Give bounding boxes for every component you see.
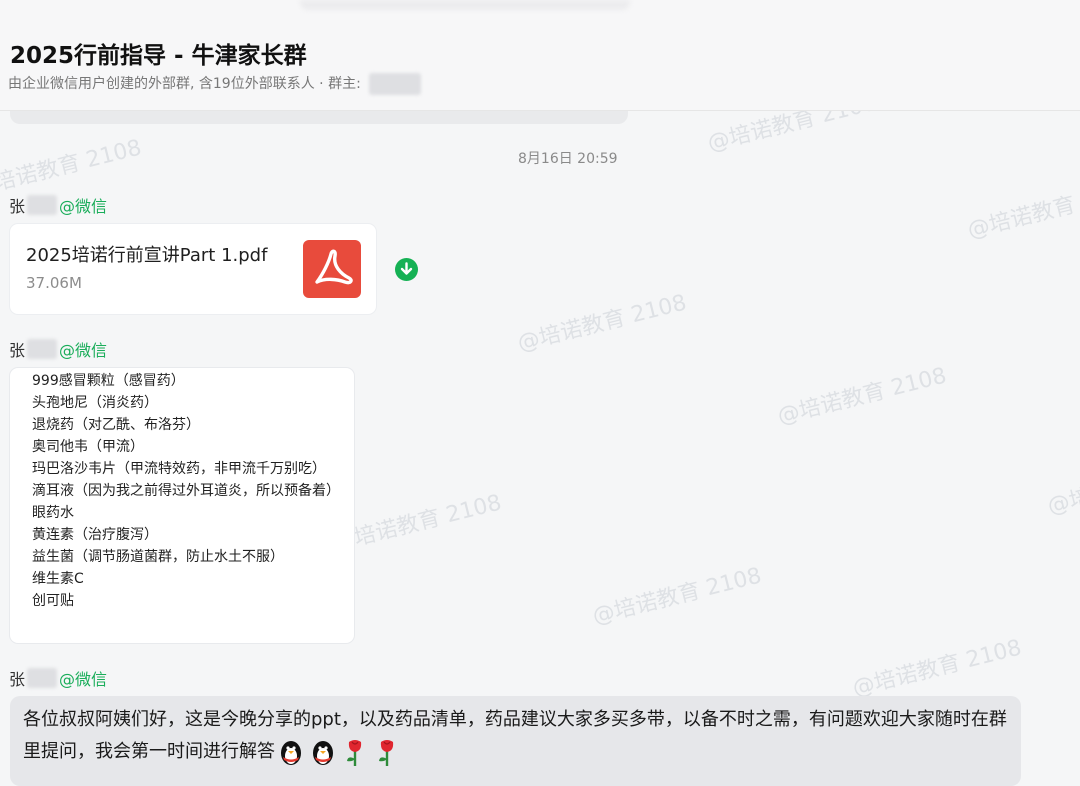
sender-wechat-tag: @微信 [59,670,108,689]
watermark: @培诺教育 2108 [515,290,690,357]
download-icon[interactable] [395,258,418,281]
list-item: 创可贴 [32,593,74,609]
chat-subtitle: 由企业微信用户创建的外部群, 含19位外部联系人 · 群主: [8,73,422,95]
watermark: @培诺教育 2108 [590,563,765,630]
watermark: @培诺教育 2108 [330,490,505,557]
sender-surname: 张 [9,341,26,360]
sender-name-redacted [27,668,58,688]
watermark: @培诺教育 2108 [775,363,950,430]
rose-icon [372,737,402,767]
message-text: 各位叔叔阿姨们好，这是今晚分享的ppt，以及药品清单，药品建议大家多买多带，以备… [23,709,1007,762]
sender-surname: 张 [9,670,26,689]
text-message-bubble[interactable]: 各位叔叔阿姨们好，这是今晚分享的ppt，以及药品清单，药品建议大家多买多带，以备… [10,696,1021,786]
message-timestamp: 8月16日 20:59 [518,151,618,167]
list-item: 维生素C [32,571,84,587]
file-size: 37.06M [26,274,82,292]
sender-wechat-tag: @微信 [59,197,108,216]
message-sender[interactable]: 张 @微信 [9,193,107,217]
text-message-card[interactable]: 999感冒颗粒（感冒药） 头孢地尼（消炎药） 退烧药（对乙酰、布洛芬） 奥司他韦… [10,368,354,643]
watermark: @培诺教育 2108 [0,135,145,202]
file-message-card[interactable]: 2025培诺行前宣讲Part 1.pdf 37.06M [10,224,376,314]
list-item: 益生菌（调节肠道菌群，防止水土不服） [32,549,284,565]
sender-name-redacted [27,195,58,215]
top-bar [300,0,630,10]
list-item: 999感冒颗粒（感冒药） [32,373,185,389]
list-item: 退烧药（对乙酰、布洛芬） [32,417,200,433]
file-name: 2025培诺行前宣讲Part 1.pdf [26,245,268,266]
watermark: @培诺教育 2108 [850,635,1025,702]
list-item: 滴耳液（因为我之前得过外耳道炎，所以预备着） [32,483,340,499]
chat-title[interactable]: 2025行前指导 - 牛津家长群 [10,36,307,70]
watermark: @培诺教育 2108 [965,177,1080,244]
list-item: 头孢地尼（消炎药） [32,395,158,411]
penguin-icon [308,737,338,767]
list-item: 黄连素（治疗腹泻） [32,527,158,543]
rose-icon [340,737,370,767]
list-item: 眼药水 [32,505,74,521]
message-text-container: 各位叔叔阿姨们好，这是今晚分享的ppt，以及药品清单，药品建议大家多买多带，以备… [23,704,1013,768]
owner-name-redacted [369,73,422,95]
chat-subtitle-text: 由企业微信用户创建的外部群, 含19位外部联系人 · 群主: [8,76,361,92]
sender-wechat-tag: @微信 [59,341,108,360]
message-sender[interactable]: 张 @微信 [9,666,107,690]
watermark: @培诺教育 2108 [1045,453,1080,520]
medicine-list: 999感冒颗粒（感冒药） 头孢地尼（消炎药） 退烧药（对乙酰、布洛芬） 奥司他韦… [32,370,340,612]
sender-name-redacted [27,339,58,359]
message-sender[interactable]: 张 @微信 [9,337,107,361]
pdf-icon [303,240,361,298]
penguin-icon [276,737,306,767]
list-item: 玛巴洛沙韦片（甲流特效药，非甲流千万别吃） [32,461,326,477]
chat-header: 2025行前指导 - 牛津家长群 由企业微信用户创建的外部群, 含19位外部联系… [0,0,1080,111]
sender-surname: 张 [9,197,26,216]
list-item: 奥司他韦（甲流） [32,439,144,455]
